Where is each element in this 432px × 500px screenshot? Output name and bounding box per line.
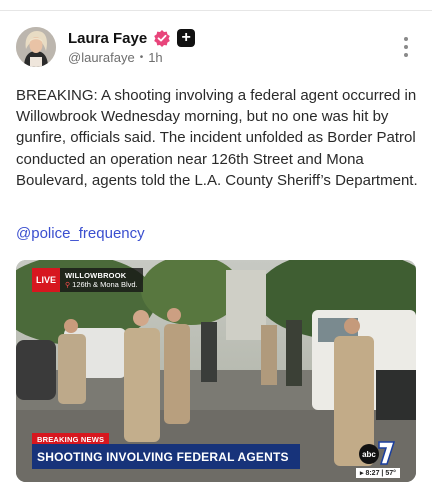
- name-row: Laura Faye +: [68, 29, 196, 47]
- post-text: BREAKING: A shooting involving a federal…: [16, 87, 418, 189]
- location-box: WILLOWBROOK ⚲ 126th & Mona Blvd.: [60, 268, 143, 292]
- verified-badge-icon: [153, 29, 171, 47]
- location-pin-icon: ⚲: [65, 281, 71, 289]
- news-video-thumbnail[interactable]: LIVE WILLOWBROOK ⚲ 126th & Mona Blvd. BR…: [16, 260, 416, 482]
- location-city: WILLOWBROOK: [65, 271, 127, 280]
- mention-link[interactable]: @police_frequency: [16, 225, 145, 242]
- more-dot: [404, 53, 408, 57]
- meta-row: @laurafaye • 1h: [68, 50, 163, 65]
- live-tag: LIVE: [32, 268, 61, 292]
- timestamp[interactable]: 1h: [148, 50, 162, 65]
- time-temperature: ▸ 8:27 | 57°: [356, 468, 400, 478]
- abc7-logo-icon: abc: [359, 438, 396, 466]
- plus-icon[interactable]: +: [177, 29, 196, 47]
- abc-logo-text: abc: [362, 450, 376, 459]
- avatar[interactable]: [16, 27, 56, 67]
- more-dot: [404, 37, 408, 41]
- display-name[interactable]: Laura Faye: [68, 30, 147, 47]
- separator-dot: •: [139, 52, 144, 63]
- user-handle[interactable]: @laurafaye: [68, 50, 135, 65]
- post-header: Laura Faye + @laurafaye • 1h: [16, 27, 416, 71]
- headline-bar: SHOOTING INVOLVING FEDERAL AGENTS: [32, 444, 300, 469]
- location-street-row: ⚲ 126th & Mona Blvd.: [65, 280, 138, 289]
- top-divider: [0, 10, 432, 11]
- live-location-banner: LIVE WILLOWBROOK ⚲ 126th & Mona Blvd.: [32, 268, 143, 292]
- more-dot: [404, 45, 408, 49]
- location-street: 126th & Mona Blvd.: [72, 280, 138, 289]
- more-options-icon[interactable]: [402, 37, 410, 57]
